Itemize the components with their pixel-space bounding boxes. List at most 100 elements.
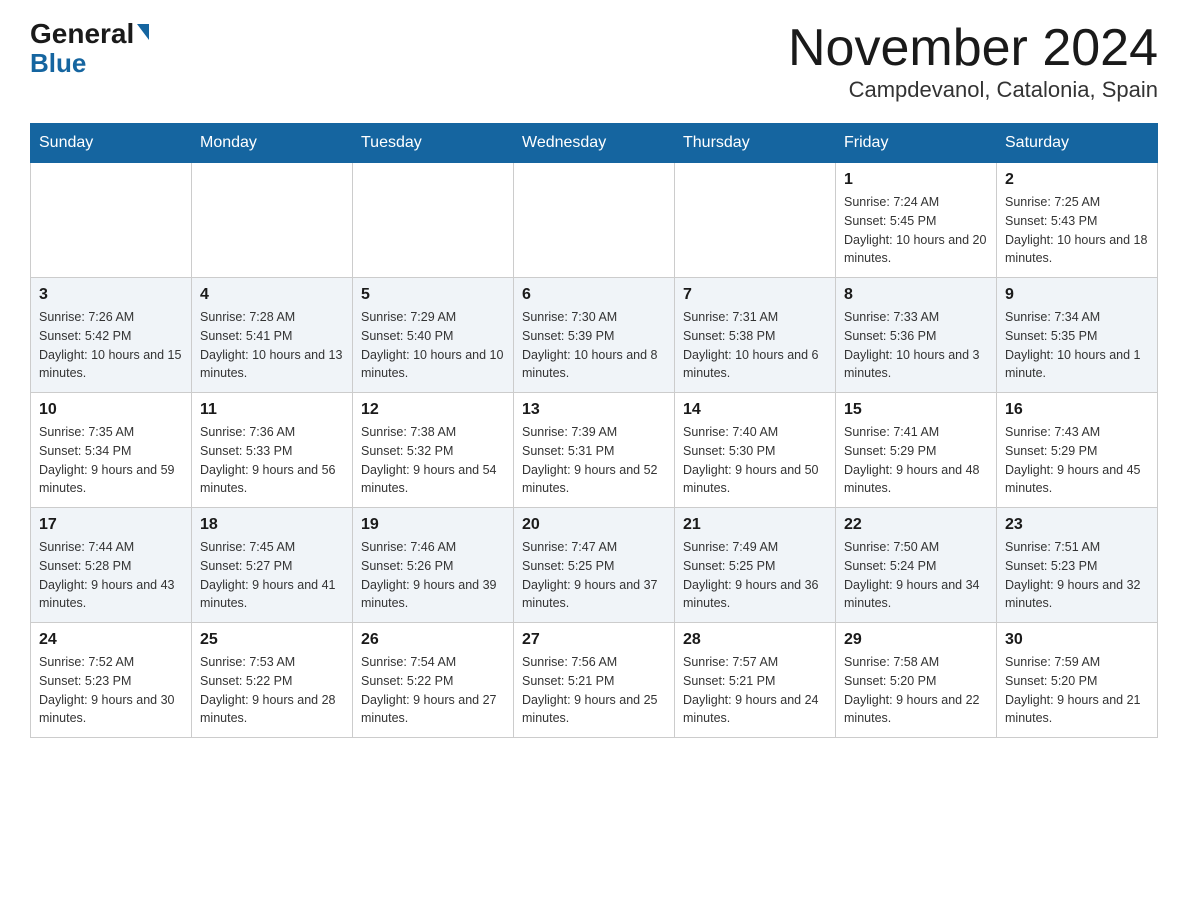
table-row: 13 Sunrise: 7:39 AMSunset: 5:31 PMDayligh… xyxy=(514,393,675,508)
day-number: 16 xyxy=(1005,401,1149,419)
table-row: 5 Sunrise: 7:29 AMSunset: 5:40 PMDaylight… xyxy=(353,278,514,393)
page-header: General Blue November 2024 Campdevanol, … xyxy=(30,20,1158,103)
day-number: 24 xyxy=(39,631,183,649)
col-thursday: Thursday xyxy=(675,124,836,163)
day-info: Sunrise: 7:30 AMSunset: 5:39 PMDaylight:… xyxy=(522,308,666,383)
table-row: 17Sunrise: 7:44 AMSunset: 5:28 PMDayligh… xyxy=(31,508,192,623)
col-friday: Friday xyxy=(836,124,997,163)
day-number: 27 xyxy=(522,631,666,649)
day-info: Sunrise: 7:38 AMSunset: 5:32 PMDaylight:… xyxy=(361,423,505,498)
table-row: 11 Sunrise: 7:36 AMSunset: 5:33 PMDayligh… xyxy=(192,393,353,508)
logo-text-line2: Blue xyxy=(30,48,86,79)
calendar-header-row: Sunday Monday Tuesday Wednesday Thursday… xyxy=(31,124,1158,163)
day-number: 4 xyxy=(200,286,344,304)
day-info: Sunrise: 7:46 AMSunset: 5:26 PMDaylight:… xyxy=(361,538,505,613)
day-info: Sunrise: 7:52 AMSunset: 5:23 PMDaylight:… xyxy=(39,653,183,728)
calendar-week-row: 10 Sunrise: 7:35 AMSunset: 5:34 PMDayligh… xyxy=(31,393,1158,508)
table-row: 20 Sunrise: 7:47 AMSunset: 5:25 PMDayligh… xyxy=(514,508,675,623)
table-row: 9 Sunrise: 7:34 AMSunset: 5:35 PMDaylight… xyxy=(997,278,1158,393)
day-number: 30 xyxy=(1005,631,1149,649)
day-number: 1 xyxy=(844,171,988,189)
table-row: 21 Sunrise: 7:49 AMSunset: 5:25 PMDayligh… xyxy=(675,508,836,623)
table-row: 30 Sunrise: 7:59 AMSunset: 5:20 PMDayligh… xyxy=(997,623,1158,738)
table-row: 1 Sunrise: 7:24 AMSunset: 5:45 PMDaylight… xyxy=(836,163,997,278)
table-row xyxy=(192,163,353,278)
col-sunday: Sunday xyxy=(31,124,192,163)
day-number: 2 xyxy=(1005,171,1149,189)
day-info: Sunrise: 7:44 AMSunset: 5:28 PMDaylight:… xyxy=(39,538,183,613)
day-info: Sunrise: 7:43 AMSunset: 5:29 PMDaylight:… xyxy=(1005,423,1149,498)
day-info: Sunrise: 7:54 AMSunset: 5:22 PMDaylight:… xyxy=(361,653,505,728)
table-row xyxy=(514,163,675,278)
day-number: 28 xyxy=(683,631,827,649)
day-info: Sunrise: 7:59 AMSunset: 5:20 PMDaylight:… xyxy=(1005,653,1149,728)
day-number: 14 xyxy=(683,401,827,419)
table-row: 4 Sunrise: 7:28 AMSunset: 5:41 PMDaylight… xyxy=(192,278,353,393)
table-row xyxy=(675,163,836,278)
table-row: 15Sunrise: 7:41 AMSunset: 5:29 PMDayligh… xyxy=(836,393,997,508)
day-info: Sunrise: 7:36 AMSunset: 5:33 PMDaylight:… xyxy=(200,423,344,498)
col-saturday: Saturday xyxy=(997,124,1158,163)
day-number: 3 xyxy=(39,286,183,304)
table-row: 16 Sunrise: 7:43 AMSunset: 5:29 PMDayligh… xyxy=(997,393,1158,508)
table-row: 18 Sunrise: 7:45 AMSunset: 5:27 PMDayligh… xyxy=(192,508,353,623)
table-row: 3Sunrise: 7:26 AMSunset: 5:42 PMDaylight… xyxy=(31,278,192,393)
day-info: Sunrise: 7:58 AMSunset: 5:20 PMDaylight:… xyxy=(844,653,988,728)
day-number: 8 xyxy=(844,286,988,304)
day-info: Sunrise: 7:41 AMSunset: 5:29 PMDaylight:… xyxy=(844,423,988,498)
day-number: 26 xyxy=(361,631,505,649)
day-number: 11 xyxy=(200,401,344,419)
calendar-week-row: 3Sunrise: 7:26 AMSunset: 5:42 PMDaylight… xyxy=(31,278,1158,393)
day-number: 6 xyxy=(522,286,666,304)
day-info: Sunrise: 7:40 AMSunset: 5:30 PMDaylight:… xyxy=(683,423,827,498)
day-info: Sunrise: 7:45 AMSunset: 5:27 PMDaylight:… xyxy=(200,538,344,613)
day-number: 20 xyxy=(522,516,666,534)
col-monday: Monday xyxy=(192,124,353,163)
day-info: Sunrise: 7:28 AMSunset: 5:41 PMDaylight:… xyxy=(200,308,344,383)
day-info: Sunrise: 7:34 AMSunset: 5:35 PMDaylight:… xyxy=(1005,308,1149,383)
day-number: 25 xyxy=(200,631,344,649)
day-info: Sunrise: 7:56 AMSunset: 5:21 PMDaylight:… xyxy=(522,653,666,728)
table-row: 7Sunrise: 7:31 AMSunset: 5:38 PMDaylight… xyxy=(675,278,836,393)
day-info: Sunrise: 7:39 AMSunset: 5:31 PMDaylight:… xyxy=(522,423,666,498)
day-number: 5 xyxy=(361,286,505,304)
day-number: 22 xyxy=(844,516,988,534)
logo: General Blue xyxy=(30,20,149,79)
day-info: Sunrise: 7:33 AMSunset: 5:36 PMDaylight:… xyxy=(844,308,988,383)
calendar-week-row: 1 Sunrise: 7:24 AMSunset: 5:45 PMDaylight… xyxy=(31,163,1158,278)
day-info: Sunrise: 7:49 AMSunset: 5:25 PMDaylight:… xyxy=(683,538,827,613)
day-info: Sunrise: 7:53 AMSunset: 5:22 PMDaylight:… xyxy=(200,653,344,728)
calendar-table: Sunday Monday Tuesday Wednesday Thursday… xyxy=(30,123,1158,738)
day-info: Sunrise: 7:24 AMSunset: 5:45 PMDaylight:… xyxy=(844,193,988,268)
day-info: Sunrise: 7:47 AMSunset: 5:25 PMDaylight:… xyxy=(522,538,666,613)
table-row: 24 Sunrise: 7:52 AMSunset: 5:23 PMDayligh… xyxy=(31,623,192,738)
day-info: Sunrise: 7:29 AMSunset: 5:40 PMDaylight:… xyxy=(361,308,505,383)
table-row: 19 Sunrise: 7:46 AMSunset: 5:26 PMDayligh… xyxy=(353,508,514,623)
day-number: 13 xyxy=(522,401,666,419)
col-tuesday: Tuesday xyxy=(353,124,514,163)
day-number: 10 xyxy=(39,401,183,419)
logo-text-line1: General xyxy=(30,20,149,48)
day-info: Sunrise: 7:57 AMSunset: 5:21 PMDaylight:… xyxy=(683,653,827,728)
calendar-week-row: 17Sunrise: 7:44 AMSunset: 5:28 PMDayligh… xyxy=(31,508,1158,623)
day-number: 21 xyxy=(683,516,827,534)
day-number: 9 xyxy=(1005,286,1149,304)
day-number: 29 xyxy=(844,631,988,649)
title-block: November 2024 Campdevanol, Catalonia, Sp… xyxy=(788,20,1158,103)
day-number: 12 xyxy=(361,401,505,419)
day-info: Sunrise: 7:35 AMSunset: 5:34 PMDaylight:… xyxy=(39,423,183,498)
calendar-week-row: 24 Sunrise: 7:52 AMSunset: 5:23 PMDayligh… xyxy=(31,623,1158,738)
table-row xyxy=(31,163,192,278)
table-row: 10 Sunrise: 7:35 AMSunset: 5:34 PMDayligh… xyxy=(31,393,192,508)
table-row: 14 Sunrise: 7:40 AMSunset: 5:30 PMDayligh… xyxy=(675,393,836,508)
table-row: 6 Sunrise: 7:30 AMSunset: 5:39 PMDaylight… xyxy=(514,278,675,393)
table-row xyxy=(353,163,514,278)
day-number: 18 xyxy=(200,516,344,534)
day-number: 7 xyxy=(683,286,827,304)
table-row: 12 Sunrise: 7:38 AMSunset: 5:32 PMDayligh… xyxy=(353,393,514,508)
table-row: 23Sunrise: 7:51 AMSunset: 5:23 PMDayligh… xyxy=(997,508,1158,623)
table-row: 29 Sunrise: 7:58 AMSunset: 5:20 PMDayligh… xyxy=(836,623,997,738)
day-number: 19 xyxy=(361,516,505,534)
table-row: 28 Sunrise: 7:57 AMSunset: 5:21 PMDayligh… xyxy=(675,623,836,738)
table-row: 22Sunrise: 7:50 AMSunset: 5:24 PMDayligh… xyxy=(836,508,997,623)
